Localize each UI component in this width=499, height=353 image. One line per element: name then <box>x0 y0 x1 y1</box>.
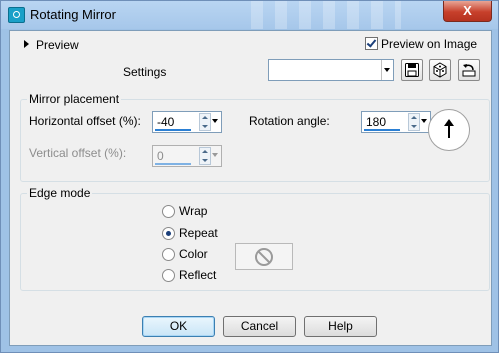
title-bar[interactable]: Rotating Mirror X <box>1 1 498 29</box>
horizontal-offset-dropdown-icon[interactable] <box>211 113 219 129</box>
vertical-offset-dropdown-icon <box>211 147 219 163</box>
repeat-label: Repeat <box>179 226 218 240</box>
cancel-button[interactable]: Cancel <box>223 316 296 337</box>
horizontal-offset-slider-indicator <box>155 129 191 131</box>
horizontal-offset-spinbox[interactable]: -40 <box>152 111 222 133</box>
dialog-body: Preview Preview on Image Settings Mirror… <box>9 30 492 346</box>
settings-preset-dropdown[interactable] <box>268 59 394 81</box>
window-title: Rotating Mirror <box>30 7 116 22</box>
reflect-radio[interactable] <box>162 269 175 282</box>
preview-on-image-checkbox[interactable] <box>365 37 378 50</box>
horizontal-offset-value: -40 <box>157 115 175 129</box>
vertical-offset-slider-indicator <box>155 163 191 165</box>
expand-arrow-icon <box>24 40 29 48</box>
preview-label: Preview <box>36 38 79 52</box>
reflect-label: Reflect <box>179 268 217 282</box>
dialog-window: Rotating Mirror X Preview Preview on Ima… <box>0 0 499 353</box>
no-color-icon <box>255 248 273 266</box>
color-label: Color <box>179 247 208 261</box>
rotation-dial[interactable] <box>428 109 470 151</box>
repeat-radio[interactable] <box>162 227 175 240</box>
reset-button[interactable] <box>458 59 480 81</box>
ok-button[interactable]: OK <box>142 316 215 337</box>
rotation-angle-dropdown-icon[interactable] <box>420 113 428 129</box>
rotation-angle-slider-indicator <box>364 129 400 131</box>
edge-mode-group: Edge mode <box>20 186 490 291</box>
vertical-offset-spinbox: 0 <box>152 145 222 167</box>
vertical-offset-stepper-icon <box>199 147 211 165</box>
mirror-placement-title: Mirror placement <box>27 92 122 106</box>
title-bar-decoration <box>251 1 401 29</box>
chevron-down-icon[interactable] <box>381 60 393 80</box>
manage-presets-icon <box>433 62 447 78</box>
save-preset-icon <box>405 63 419 77</box>
rotation-angle-spinbox[interactable]: 180 <box>361 111 431 133</box>
vertical-offset-value: 0 <box>157 149 164 163</box>
check-mark-icon <box>366 37 377 48</box>
save-preset-button[interactable] <box>401 59 423 81</box>
dial-arrow-head-icon <box>444 119 454 126</box>
close-button[interactable]: X <box>443 1 492 22</box>
settings-label: Settings <box>123 65 167 79</box>
horizontal-offset-stepper-icon[interactable] <box>199 113 211 131</box>
wrap-radio[interactable] <box>162 205 175 218</box>
manage-presets-button[interactable] <box>429 59 451 81</box>
edge-color-swatch[interactable] <box>235 243 293 270</box>
rotation-angle-stepper-icon[interactable] <box>408 113 420 131</box>
rotation-angle-value: 180 <box>366 115 387 129</box>
rotation-angle-label: Rotation angle: <box>249 114 330 128</box>
wrap-label: Wrap <box>179 204 208 218</box>
horizontal-offset-label: Horizontal offset (%): <box>29 114 141 128</box>
preview-on-image-label: Preview on Image <box>381 37 478 51</box>
help-button[interactable]: Help <box>304 316 377 337</box>
color-radio[interactable] <box>162 248 175 261</box>
edge-mode-title: Edge mode <box>27 186 93 200</box>
vertical-offset-label: Vertical offset (%): <box>29 146 127 160</box>
reset-icon <box>462 64 476 77</box>
app-camera-icon <box>8 7 25 23</box>
